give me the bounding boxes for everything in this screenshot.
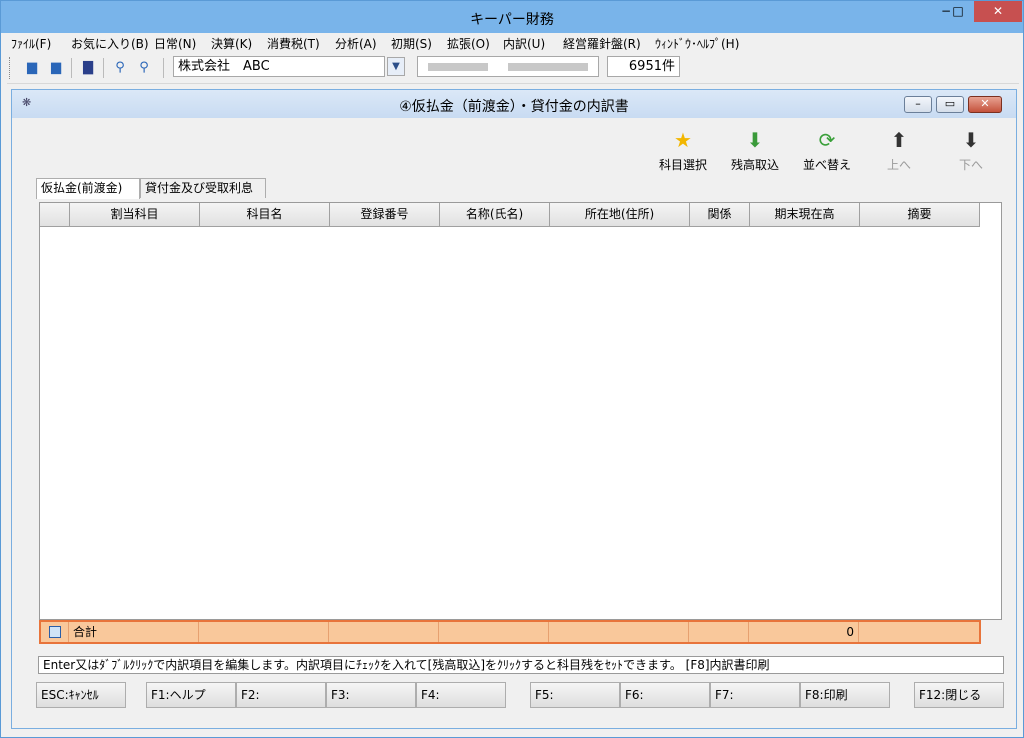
refresh-icon: ⟳ bbox=[818, 128, 836, 152]
column-header-name[interactable]: 名称(氏名) bbox=[440, 203, 550, 227]
menu-daily[interactable]: 日常(N) bbox=[154, 35, 196, 52]
sort-button[interactable]: ⟳ 並べ替え bbox=[792, 128, 862, 173]
app-title: キーパー財務 bbox=[470, 12, 554, 28]
grid-header: 割当科目 科目名 登録番号 名称(氏名) 所在地(住所) 関係 期末現在高 摘要 bbox=[40, 203, 980, 227]
toolbar-separator bbox=[103, 58, 104, 78]
total-label: 合計 bbox=[69, 622, 199, 642]
record-count: 6951件 bbox=[607, 56, 680, 77]
f2-button[interactable]: F2: bbox=[236, 682, 326, 708]
column-header-balance[interactable]: 期末現在高 bbox=[750, 203, 860, 227]
f1-help-button[interactable]: F1:ヘルプ bbox=[146, 682, 236, 708]
total-amount: 0 bbox=[749, 622, 859, 642]
title-bar[interactable]: キーパー財務 − □ ✕ bbox=[1, 1, 1023, 33]
breakdown-title: ④仮払金（前渡金）・貸付金の内訳書 bbox=[399, 99, 629, 115]
menu-settlement[interactable]: 決算(K) bbox=[211, 35, 252, 52]
move-down-button[interactable]: ⬇ 下へ bbox=[936, 128, 1006, 173]
monitor-icon[interactable]: ▆ bbox=[23, 59, 41, 77]
breakdown-grid[interactable]: 割当科目 科目名 登録番号 名称(氏名) 所在地(住所) 関係 期末現在高 摘要 bbox=[39, 202, 1002, 620]
f5-button[interactable]: F5: bbox=[530, 682, 620, 708]
select-account-button[interactable]: ★ 科目選択 bbox=[648, 128, 718, 173]
toolbar: ▆ ▆ ▇ ⚲ ⚲ 株式会社 ABC ▼ 6951件 bbox=[7, 53, 1019, 84]
f4-button[interactable]: F4: bbox=[416, 682, 506, 708]
arrow-down-icon: ⬇ bbox=[962, 128, 980, 152]
status-message: Enter又はﾀﾞﾌﾞﾙｸﾘｯｸで内訳項目を編集します。内訳項目にﾁｪｯｸを入れ… bbox=[38, 656, 1004, 674]
total-row: 合計 0 bbox=[39, 620, 981, 644]
total-check-cell bbox=[41, 622, 69, 642]
f12-close-button[interactable]: F12:閉じる bbox=[914, 682, 1004, 708]
menu-bar: ﾌｧｲﾙ(F) お気に入り(B) 日常(N) 決算(K) 消費税(T) 分析(A… bbox=[7, 33, 1019, 52]
import-balance-button[interactable]: ⬇ 残高取込 bbox=[720, 128, 790, 173]
column-header-check[interactable] bbox=[40, 203, 70, 227]
child-minimize-button[interactable]: – bbox=[904, 96, 932, 113]
screen-icon[interactable]: ▇ bbox=[79, 59, 97, 77]
maximize-button[interactable]: □ bbox=[943, 1, 973, 22]
tab-loans[interactable]: 貸付金及び受取利息 bbox=[140, 178, 266, 198]
company-select[interactable]: 株式会社 ABC bbox=[173, 56, 385, 77]
tab-advance-payment[interactable]: 仮払金(前渡金) bbox=[36, 178, 140, 199]
vertical-scrollbar[interactable] bbox=[980, 203, 1001, 619]
function-key-bar: ESC:ｷｬﾝｾﾙ F1:ヘルプ F2: F3: F4: F5: F6: F7:… bbox=[12, 682, 1016, 708]
menu-favorites[interactable]: お気に入り(B) bbox=[71, 35, 149, 52]
breakdown-title-bar[interactable]: ❋ ④仮払金（前渡金）・貸付金の内訳書 – ▭ ✕ bbox=[12, 90, 1016, 118]
close-button[interactable]: ✕ bbox=[974, 1, 1022, 22]
menu-file[interactable]: ﾌｧｲﾙ(F) bbox=[11, 35, 51, 52]
child-close-button[interactable]: ✕ bbox=[968, 96, 1002, 113]
app-window: キーパー財務 − □ ✕ ﾌｧｲﾙ(F) お気に入り(B) 日常(N) 決算(K… bbox=[0, 0, 1024, 738]
column-header-address[interactable]: 所在地(住所) bbox=[550, 203, 690, 227]
arrow-up-icon: ⬆ bbox=[890, 128, 908, 152]
column-header-assigned-account[interactable]: 割当科目 bbox=[70, 203, 200, 227]
move-up-button[interactable]: ⬆ 上へ bbox=[864, 128, 934, 173]
breakdown-window: ❋ ④仮払金（前渡金）・貸付金の内訳書 – ▭ ✕ ★ 科目選択 ⬇ 残高取込 … bbox=[11, 89, 1017, 729]
menu-extension[interactable]: 拡張(O) bbox=[447, 35, 490, 52]
star-icon: ★ bbox=[674, 128, 692, 152]
menu-analysis[interactable]: 分析(A) bbox=[335, 35, 377, 52]
column-header-registration-number[interactable]: 登録番号 bbox=[330, 203, 440, 227]
zoom-out-icon[interactable]: ⚲ bbox=[135, 59, 153, 77]
add-window-icon[interactable]: ▆ bbox=[47, 59, 65, 77]
download-icon: ⬇ bbox=[746, 128, 764, 152]
column-header-relation[interactable]: 関係 bbox=[690, 203, 750, 227]
menu-window-help[interactable]: ｳｨﾝﾄﾞｳ･ﾍﾙﾌﾟ(H) bbox=[655, 35, 739, 52]
toolbar-separator bbox=[163, 58, 164, 78]
menu-consumption-tax[interactable]: 消費税(T) bbox=[267, 35, 320, 52]
f3-button[interactable]: F3: bbox=[326, 682, 416, 708]
menu-compass[interactable]: 経営羅針盤(R) bbox=[563, 35, 641, 52]
esc-cancel-button[interactable]: ESC:ｷｬﾝｾﾙ bbox=[36, 682, 126, 708]
child-maximize-button[interactable]: ▭ bbox=[936, 96, 964, 113]
f8-print-button[interactable]: F8:印刷 bbox=[800, 682, 890, 708]
zoom-in-icon[interactable]: ⚲ bbox=[111, 59, 129, 77]
toolbar-separator bbox=[71, 58, 72, 78]
chevron-down-icon[interactable]: ▼ bbox=[387, 57, 405, 76]
column-header-account-name[interactable]: 科目名 bbox=[200, 203, 330, 227]
f6-button[interactable]: F6: bbox=[620, 682, 710, 708]
toolbar-grip[interactable] bbox=[9, 57, 13, 79]
checkbox-icon[interactable] bbox=[49, 626, 61, 638]
menu-breakdown[interactable]: 内訳(U) bbox=[503, 35, 545, 52]
blurred-field bbox=[417, 56, 599, 77]
menu-initial[interactable]: 初期(S) bbox=[391, 35, 432, 52]
column-header-remarks[interactable]: 摘要 bbox=[860, 203, 980, 227]
f7-button[interactable]: F7: bbox=[710, 682, 800, 708]
